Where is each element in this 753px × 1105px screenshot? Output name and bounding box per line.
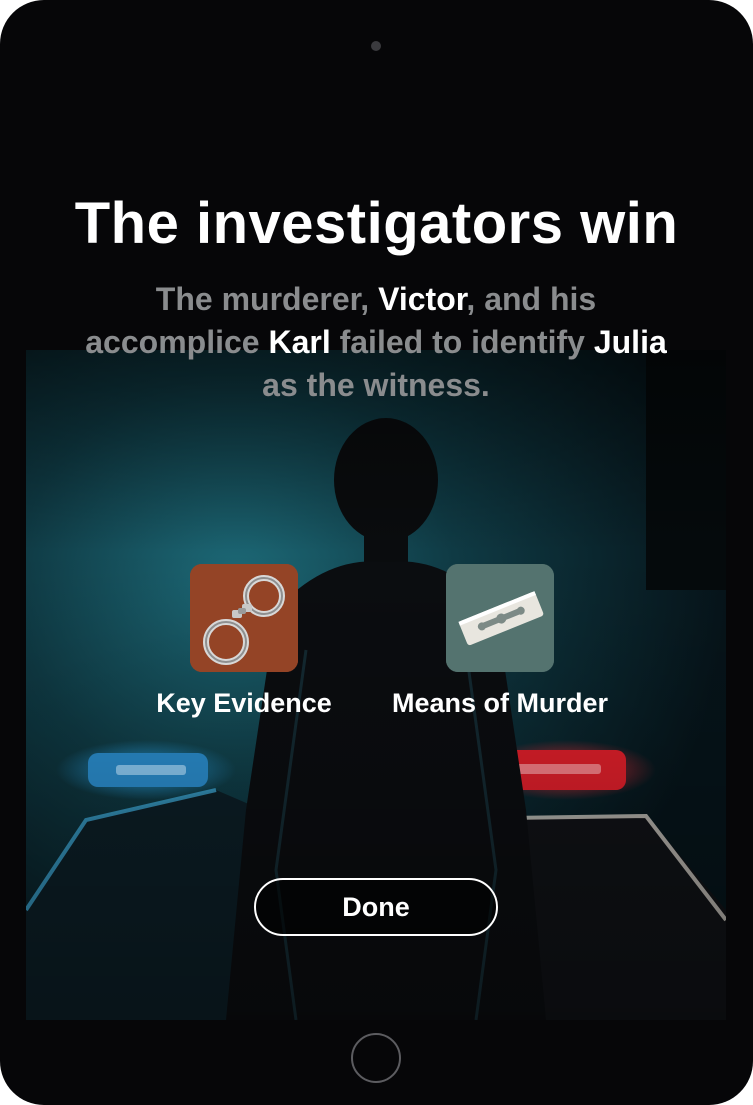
result-description: The murderer, Victor, and his accomplice… (76, 278, 676, 407)
done-button[interactable]: Done (254, 878, 498, 936)
front-camera (371, 41, 381, 51)
murderer-name: Victor (378, 281, 467, 317)
tablet-frame: The investigators win The murderer, Vict… (0, 0, 753, 1105)
accomplice-name: Karl (268, 324, 331, 360)
means-of-murder-label: Means of Murder (391, 688, 609, 718)
description-text: failed to identify (330, 324, 594, 360)
description-text: as the witness. (262, 367, 490, 403)
page-title: The investigators win (74, 191, 679, 256)
key-evidence-label: Key Evidence (156, 688, 332, 718)
key-evidence-card (190, 564, 298, 672)
razor-blade-icon (446, 564, 554, 672)
description-text: The murderer, (155, 281, 379, 317)
witness-name: Julia (593, 324, 667, 360)
means-of-murder-card (446, 564, 554, 672)
handcuffs-icon (190, 564, 298, 672)
home-button[interactable] (351, 1033, 401, 1083)
